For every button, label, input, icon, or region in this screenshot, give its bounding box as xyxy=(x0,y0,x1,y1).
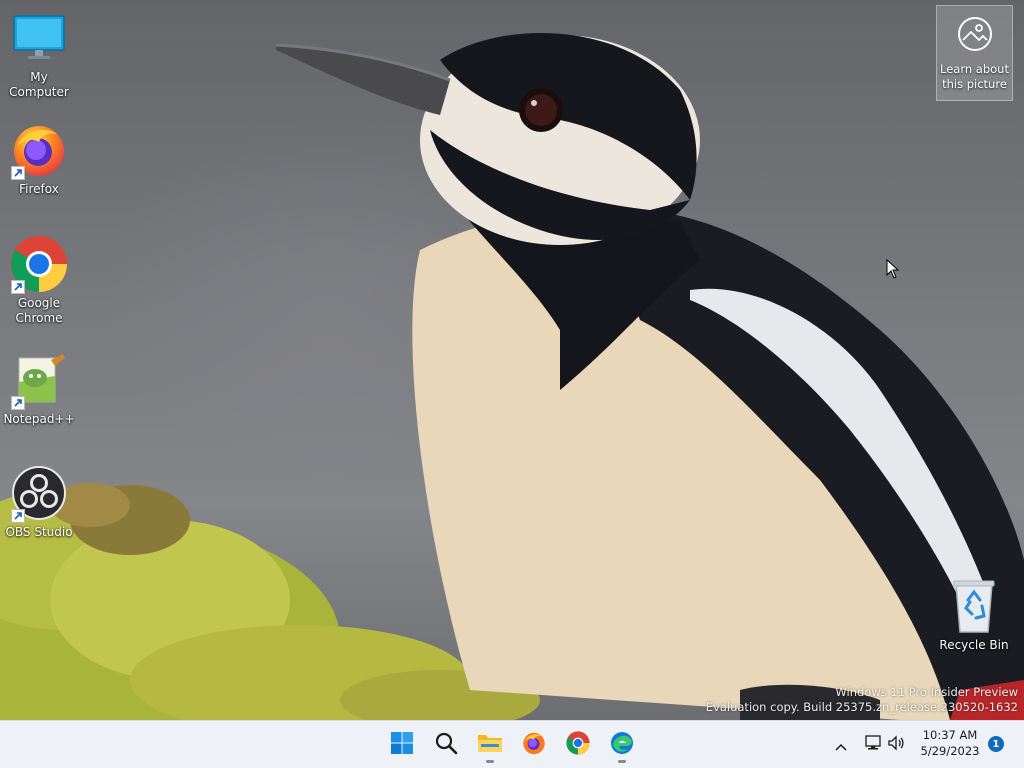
learn-about-picture-button[interactable]: Learn about this picture xyxy=(936,5,1013,101)
desktop-icon-label: Notepad++ xyxy=(3,412,75,426)
obs-icon xyxy=(9,463,69,523)
desktop[interactable]: My Computer Firefox Google Chrome Notepa… xyxy=(0,0,1024,720)
volume-button[interactable] xyxy=(885,733,907,757)
desktop-icon-obs[interactable]: OBS Studio xyxy=(0,463,78,540)
watermark-build: Evaluation copy. Build 25375.zn_release.… xyxy=(705,700,1018,714)
shortcut-arrow-icon xyxy=(11,280,25,294)
taskbar-edge[interactable] xyxy=(602,725,642,765)
chrome-icon xyxy=(566,731,590,759)
desktop-icon-my-computer[interactable]: My Computer xyxy=(0,8,78,100)
edge-icon xyxy=(610,731,634,759)
clock-button[interactable]: 10:37 AM 5/29/2023 xyxy=(914,727,986,759)
desktop-icon-label: Recycle Bin xyxy=(939,638,1009,652)
taskbar: 10:37 AM 5/29/2023 1 xyxy=(0,720,1024,768)
desktop-icon-label: My Computer xyxy=(9,70,69,99)
start-button[interactable] xyxy=(382,725,422,765)
network-button[interactable] xyxy=(862,733,884,757)
desktop-icon-firefox[interactable]: Firefox xyxy=(0,120,78,197)
show-hidden-icons-button[interactable] xyxy=(830,733,852,757)
firefox-icon xyxy=(9,120,69,180)
windows-start-icon xyxy=(390,731,414,759)
monitor-icon xyxy=(9,8,69,68)
desktop-icon-recycle-bin[interactable]: Recycle Bin xyxy=(935,576,1013,653)
search-button[interactable] xyxy=(426,725,466,765)
chevron-up-icon xyxy=(835,736,847,755)
learn-about-picture-label: Learn about this picture xyxy=(940,62,1009,91)
firefox-icon xyxy=(522,731,546,759)
network-icon xyxy=(864,735,882,755)
desktop-icon-label: Google Chrome xyxy=(15,296,63,325)
shortcut-arrow-icon xyxy=(11,509,25,523)
clock-date: 5/29/2023 xyxy=(920,744,980,758)
running-indicator xyxy=(618,760,626,763)
notepadpp-icon xyxy=(9,350,69,410)
taskbar-chrome[interactable] xyxy=(558,725,598,765)
desktop-icon-label: OBS Studio xyxy=(5,525,73,539)
watermark-edition: Windows 11 Pro Insider Preview xyxy=(835,685,1018,699)
mouse-cursor-icon xyxy=(886,258,900,283)
taskbar-firefox[interactable] xyxy=(514,725,554,765)
shortcut-arrow-icon xyxy=(11,396,25,410)
desktop-icon-chrome[interactable]: Google Chrome xyxy=(0,234,78,326)
image-info-icon xyxy=(957,16,993,56)
wallpaper-woodpecker xyxy=(0,32,1024,720)
shortcut-arrow-icon xyxy=(11,166,25,180)
build-watermark: Windows 11 Pro Insider Preview Evaluatio… xyxy=(706,685,1018,715)
taskbar-file-explorer[interactable] xyxy=(470,725,510,765)
recycle-bin-icon xyxy=(944,576,1004,636)
clock-time: 10:37 AM xyxy=(922,728,978,742)
volume-icon xyxy=(887,735,905,755)
notification-badge[interactable]: 1 xyxy=(988,736,1004,752)
folder-icon xyxy=(477,732,503,758)
running-indicator xyxy=(486,760,494,763)
chrome-icon xyxy=(9,234,69,294)
desktop-icon-label: Firefox xyxy=(19,182,59,196)
search-icon xyxy=(434,731,458,759)
desktop-icon-notepadpp[interactable]: Notepad++ xyxy=(0,350,78,427)
